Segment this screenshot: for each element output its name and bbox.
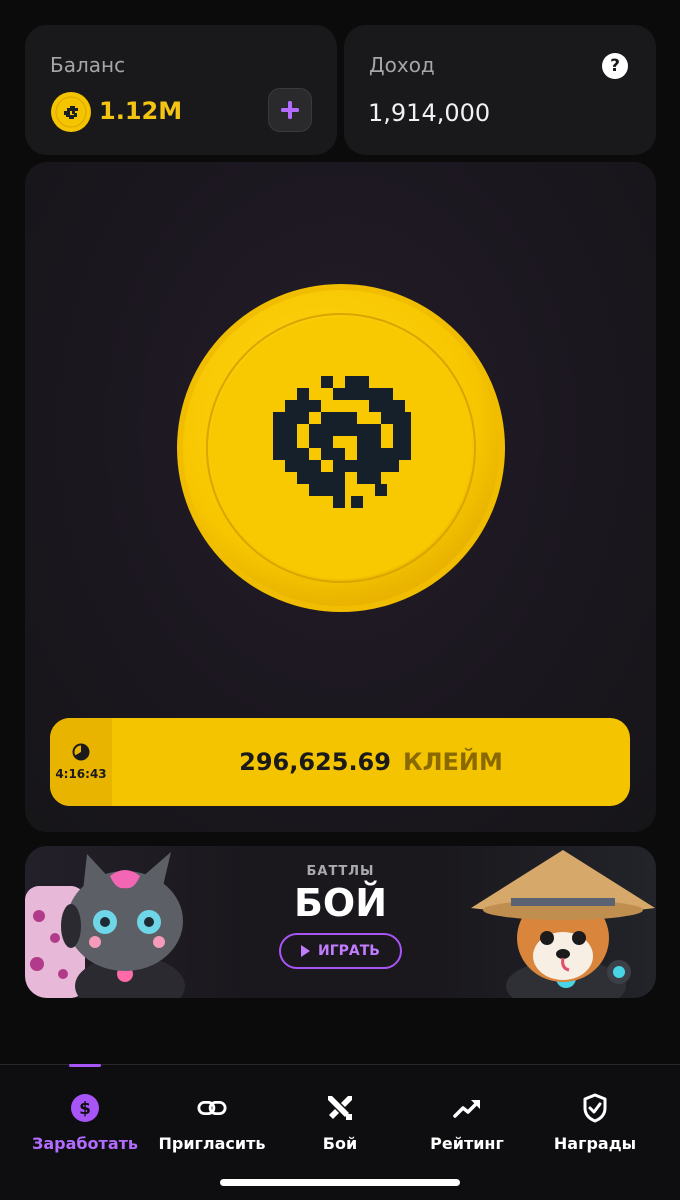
spiral-coin-icon[interactable] <box>175 282 507 614</box>
balance-card: Баланс 1.12M <box>25 25 337 155</box>
add-balance-button[interactable] <box>268 88 312 132</box>
help-icon[interactable]: ? <box>602 53 628 79</box>
balance-label: Баланс <box>50 53 126 77</box>
timer-icon <box>72 743 90 761</box>
claim-button[interactable]: 4:16:43 296,625.69 КЛЕЙМ <box>50 718 630 806</box>
tap-area: 4:16:43 296,625.69 КЛЕЙМ <box>25 162 656 832</box>
nav-item-battle[interactable]: Бой <box>272 1093 408 1153</box>
income-value: 1,914,000 <box>368 99 491 127</box>
battle-banner[interactable]: БАТТЛЫ БОЙ ИГРАТЬ <box>25 846 656 998</box>
nav-label: Рейтинг <box>430 1134 504 1153</box>
plus-icon <box>281 101 299 119</box>
active-tab-indicator <box>69 1064 101 1067</box>
dollar-icon: $ <box>71 1094 99 1122</box>
income-card: Доход ? 1,914,000 <box>344 25 656 155</box>
nav-item-rewards[interactable]: Награды <box>527 1093 663 1153</box>
trend-icon <box>453 1100 480 1118</box>
claim-amount: 296,625.69 <box>239 748 391 776</box>
income-label: Доход <box>369 53 435 77</box>
balance-value: 1.12M <box>99 97 183 125</box>
play-icon <box>301 945 311 957</box>
nav-label: Награды <box>553 1134 637 1153</box>
nav-label: Пригласить <box>158 1134 266 1153</box>
home-indicator[interactable] <box>220 1179 460 1186</box>
nav-label: Заработать <box>31 1134 139 1153</box>
play-label: ИГРАТЬ <box>318 943 380 959</box>
claim-label: КЛЕЙМ <box>402 748 503 776</box>
play-button[interactable]: ИГРАТЬ <box>279 933 402 969</box>
swords-icon <box>328 1096 352 1120</box>
svg-text:$: $ <box>79 1099 91 1119</box>
nav-item-earn[interactable]: $ Заработать <box>17 1093 153 1153</box>
timer-text: 4:16:43 <box>55 767 107 781</box>
link-icon <box>197 1100 227 1116</box>
nav-item-rating[interactable]: Рейтинг <box>399 1093 535 1153</box>
nav-item-invite[interactable]: Пригласить <box>144 1093 280 1153</box>
badge-icon <box>583 1093 607 1123</box>
claim-timer: 4:16:43 <box>50 718 112 806</box>
dog-character-illustration <box>471 850 655 998</box>
coin-icon <box>51 92 91 132</box>
nav-label: Бой <box>322 1134 358 1153</box>
